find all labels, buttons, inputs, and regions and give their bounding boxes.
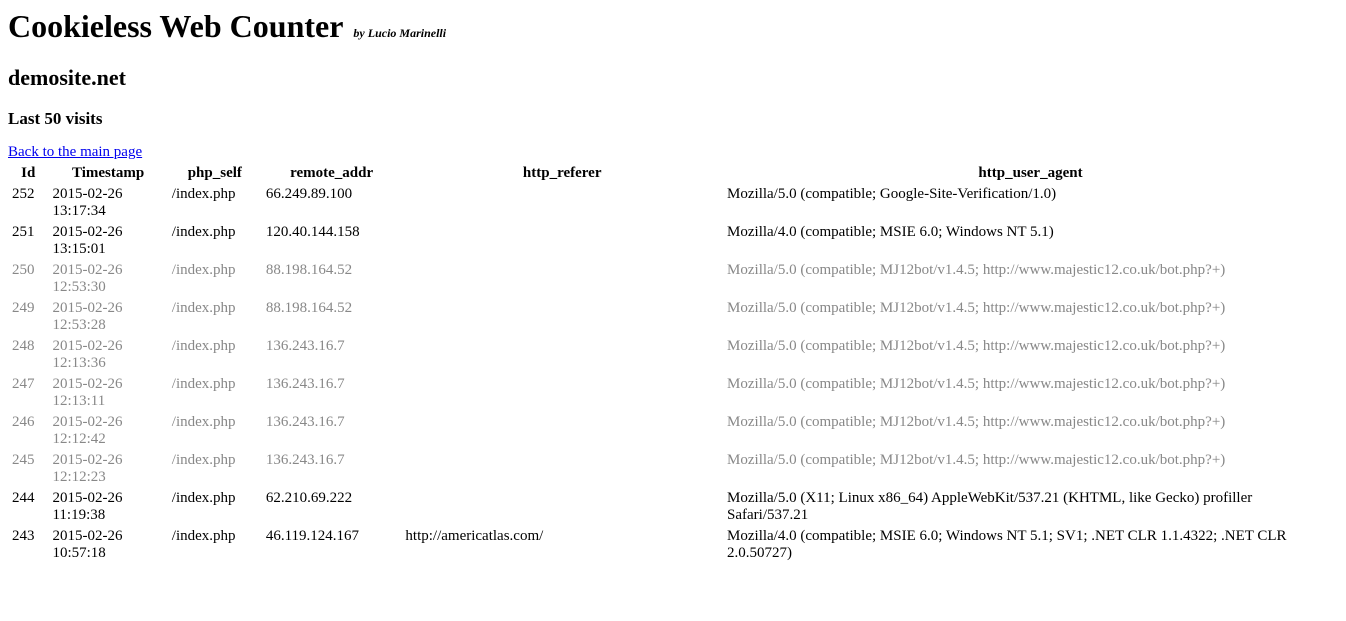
cell-ts: 2015-02-26 12:13:11 — [48, 374, 167, 412]
cell-id: 251 — [8, 222, 48, 260]
cell-addr: 136.243.16.7 — [262, 450, 402, 488]
cell-self: /index.php — [168, 488, 262, 526]
back-link[interactable]: Back to the main page — [8, 144, 142, 160]
site-name: demosite.net — [8, 65, 1338, 91]
cell-self: /index.php — [168, 298, 262, 336]
table-row: 2442015-02-26 11:19:38/index.php62.210.6… — [8, 488, 1338, 526]
cell-ts: 2015-02-26 13:15:01 — [48, 222, 167, 260]
cell-ts: 2015-02-26 12:53:28 — [48, 298, 167, 336]
cell-ts: 2015-02-26 10:57:18 — [48, 526, 167, 564]
cell-addr: 66.249.89.100 — [262, 184, 402, 222]
cell-addr: 136.243.16.7 — [262, 412, 402, 450]
subtitle: Last 50 visits — [8, 109, 1338, 129]
col-http-referer: http_referer — [401, 163, 723, 184]
cell-ref — [401, 374, 723, 412]
cell-self: /index.php — [168, 336, 262, 374]
cell-ua: Mozilla/4.0 (compatible; MSIE 6.0; Windo… — [723, 526, 1338, 564]
cell-self: /index.php — [168, 374, 262, 412]
cell-ua: Mozilla/5.0 (X11; Linux x86_64) AppleWeb… — [723, 488, 1338, 526]
cell-id: 249 — [8, 298, 48, 336]
cell-self: /index.php — [168, 260, 262, 298]
cell-addr: 120.40.144.158 — [262, 222, 402, 260]
table-row: 2492015-02-26 12:53:28/index.php88.198.1… — [8, 298, 1338, 336]
cell-ref — [401, 450, 723, 488]
cell-id: 247 — [8, 374, 48, 412]
table-row: 2472015-02-26 12:13:11/index.php136.243.… — [8, 374, 1338, 412]
cell-ref: http://americatlas.com/ — [401, 526, 723, 564]
cell-id: 252 — [8, 184, 48, 222]
cell-ua: Mozilla/5.0 (compatible; MJ12bot/v1.4.5;… — [723, 298, 1338, 336]
cell-ua: Mozilla/5.0 (compatible; MJ12bot/v1.4.5;… — [723, 412, 1338, 450]
visits-table: Id Timestamp php_self remote_addr http_r… — [8, 163, 1338, 564]
table-row: 2462015-02-26 12:12:42/index.php136.243.… — [8, 412, 1338, 450]
col-http-user-agent: http_user_agent — [723, 163, 1338, 184]
cell-id: 245 — [8, 450, 48, 488]
table-row: 2502015-02-26 12:53:30/index.php88.198.1… — [8, 260, 1338, 298]
cell-self: /index.php — [168, 526, 262, 564]
table-row: 2512015-02-26 13:15:01/index.php120.40.1… — [8, 222, 1338, 260]
cell-ref — [401, 298, 723, 336]
table-row: 2432015-02-26 10:57:18/index.php46.119.1… — [8, 526, 1338, 564]
byline: by Lucio Marinelli — [353, 26, 446, 40]
cell-addr: 88.198.164.52 — [262, 260, 402, 298]
cell-self: /index.php — [168, 450, 262, 488]
cell-ts: 2015-02-26 11:19:38 — [48, 488, 167, 526]
table-row: 2522015-02-26 13:17:34/index.php66.249.8… — [8, 184, 1338, 222]
col-timestamp: Timestamp — [48, 163, 167, 184]
cell-ts: 2015-02-26 12:53:30 — [48, 260, 167, 298]
cell-self: /index.php — [168, 412, 262, 450]
cell-ua: Mozilla/4.0 (compatible; MSIE 6.0; Windo… — [723, 222, 1338, 260]
page-title: Cookieless Web Counter — [8, 8, 343, 44]
cell-id: 244 — [8, 488, 48, 526]
cell-addr: 136.243.16.7 — [262, 374, 402, 412]
cell-ref — [401, 336, 723, 374]
cell-id: 246 — [8, 412, 48, 450]
cell-ref — [401, 260, 723, 298]
cell-addr: 88.198.164.52 — [262, 298, 402, 336]
cell-ts: 2015-02-26 13:17:34 — [48, 184, 167, 222]
table-row: 2452015-02-26 12:12:23/index.php136.243.… — [8, 450, 1338, 488]
cell-ref — [401, 222, 723, 260]
table-header-row: Id Timestamp php_self remote_addr http_r… — [8, 163, 1338, 184]
cell-ua: Mozilla/5.0 (compatible; MJ12bot/v1.4.5;… — [723, 336, 1338, 374]
cell-id: 248 — [8, 336, 48, 374]
cell-self: /index.php — [168, 184, 262, 222]
cell-ua: Mozilla/5.0 (compatible; MJ12bot/v1.4.5;… — [723, 374, 1338, 412]
col-remote-addr: remote_addr — [262, 163, 402, 184]
cell-ref — [401, 488, 723, 526]
cell-id: 243 — [8, 526, 48, 564]
cell-id: 250 — [8, 260, 48, 298]
cell-addr: 46.119.124.167 — [262, 526, 402, 564]
col-id: Id — [8, 163, 48, 184]
cell-self: /index.php — [168, 222, 262, 260]
cell-ts: 2015-02-26 12:13:36 — [48, 336, 167, 374]
cell-ref — [401, 184, 723, 222]
cell-ts: 2015-02-26 12:12:23 — [48, 450, 167, 488]
cell-addr: 136.243.16.7 — [262, 336, 402, 374]
cell-ua: Mozilla/5.0 (compatible; MJ12bot/v1.4.5;… — [723, 260, 1338, 298]
cell-addr: 62.210.69.222 — [262, 488, 402, 526]
cell-ts: 2015-02-26 12:12:42 — [48, 412, 167, 450]
cell-ref — [401, 412, 723, 450]
cell-ua: Mozilla/5.0 (compatible; Google-Site-Ver… — [723, 184, 1338, 222]
cell-ua: Mozilla/5.0 (compatible; MJ12bot/v1.4.5;… — [723, 450, 1338, 488]
col-php-self: php_self — [168, 163, 262, 184]
table-row: 2482015-02-26 12:13:36/index.php136.243.… — [8, 336, 1338, 374]
